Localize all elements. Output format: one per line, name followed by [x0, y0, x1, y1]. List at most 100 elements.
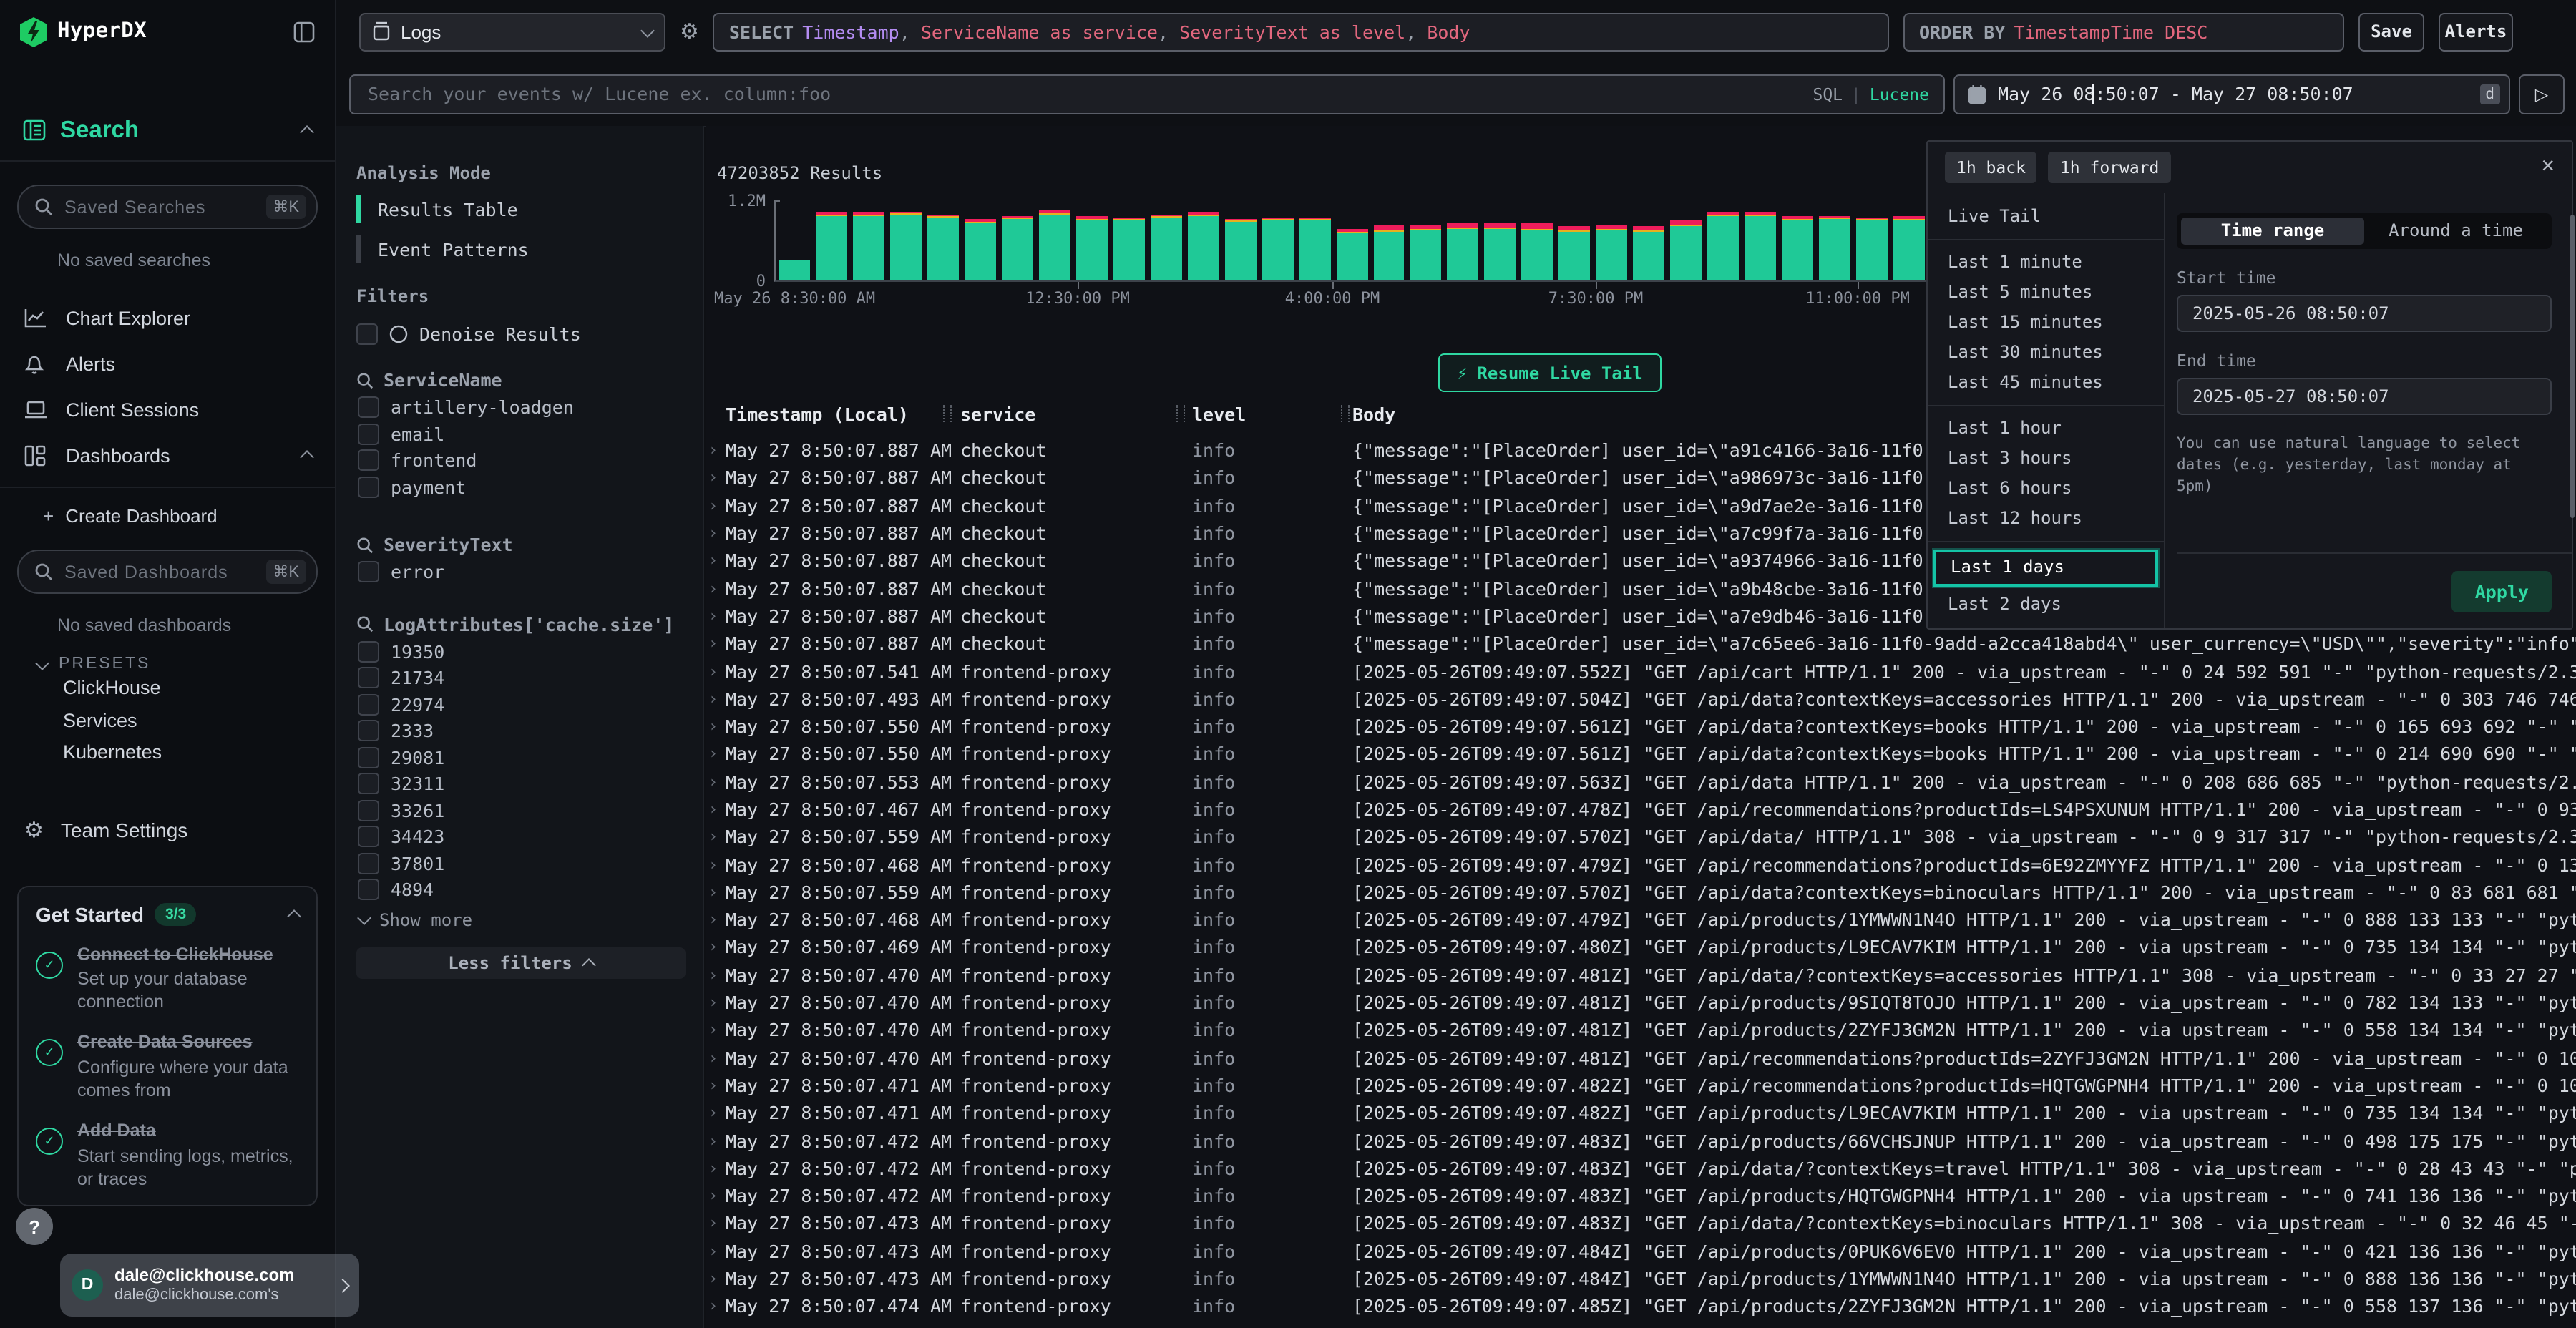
table-row[interactable]: May 27 8:50:07.473 AM frontend-proxy inf…: [706, 1237, 2576, 1265]
denoise-results-checkbox[interactable]: Denoise Results: [356, 323, 686, 345]
filter-value[interactable]: 32311: [356, 774, 686, 794]
select-query-input[interactable]: SELECT Timestamp, ServiceName as service…: [713, 12, 1889, 51]
row-expand-icon[interactable]: [708, 1242, 726, 1261]
presets-toggle[interactable]: PRESETS: [0, 655, 335, 673]
filter-group-severitytext[interactable]: SeverityText: [356, 534, 686, 555]
filter-value[interactable]: error: [356, 562, 686, 582]
histogram-bar[interactable]: [1299, 218, 1330, 280]
row-expand-icon[interactable]: [708, 607, 726, 625]
time-preset-option[interactable]: Last 1 hour: [1928, 414, 2164, 444]
table-row[interactable]: May 27 8:50:07.472 AM frontend-proxy inf…: [706, 1154, 2576, 1182]
histogram-bar[interactable]: [1707, 213, 1739, 280]
order-by-input[interactable]: ORDER BY TimestampTime DESC: [1903, 12, 2344, 51]
table-row[interactable]: May 27 8:50:07.493 AM frontend-proxy inf…: [706, 685, 2576, 713]
filter-value[interactable]: 37801: [356, 854, 686, 873]
row-expand-icon[interactable]: [708, 524, 726, 542]
histogram-bar[interactable]: [927, 214, 959, 280]
row-expand-icon[interactable]: [708, 966, 726, 985]
end-time-input[interactable]: [2177, 378, 2552, 415]
row-expand-icon[interactable]: [708, 1104, 726, 1123]
histogram-bar[interactable]: [1262, 218, 1293, 280]
preset-dashboard-link[interactable]: Services: [0, 705, 335, 737]
row-expand-icon[interactable]: [708, 717, 726, 736]
row-expand-icon[interactable]: [708, 800, 726, 819]
table-row[interactable]: May 27 8:50:07.474 AM frontend-proxy inf…: [706, 1292, 2576, 1320]
row-expand-icon[interactable]: [708, 690, 726, 708]
close-icon[interactable]: ×: [2541, 155, 2555, 180]
get-started-item[interactable]: ✓ Create Data Sources Configure where yo…: [36, 1031, 299, 1103]
histogram-bar[interactable]: [1893, 216, 1925, 280]
row-expand-icon[interactable]: [708, 828, 726, 846]
col-service[interactable]: service: [960, 403, 1192, 424]
row-expand-icon[interactable]: [708, 1048, 726, 1067]
time-preset-option[interactable]: Last 12 hours: [1928, 504, 2164, 534]
histogram-bar[interactable]: [1819, 215, 1850, 280]
checkbox[interactable]: [358, 424, 379, 445]
lucene-toggle[interactable]: Lucene: [1870, 84, 1929, 104]
time-preset-option[interactable]: Last 2 days: [1928, 590, 2164, 620]
checkbox[interactable]: [358, 721, 379, 742]
histogram-bar[interactable]: [1671, 221, 1702, 280]
table-row[interactable]: May 27 8:50:07.559 AM frontend-proxy inf…: [706, 823, 2576, 851]
filter-value[interactable]: 4894: [356, 880, 686, 899]
row-expand-icon[interactable]: [708, 1297, 726, 1316]
col-timestamp[interactable]: Timestamp (Local): [726, 403, 960, 424]
search-input[interactable]: [365, 82, 1801, 106]
table-row[interactable]: May 27 8:50:07.472 AM frontend-proxy inf…: [706, 1182, 2576, 1210]
chevron-up-icon[interactable]: [300, 450, 314, 464]
histogram-bar[interactable]: [779, 260, 810, 280]
filter-value[interactable]: 33261: [356, 801, 686, 820]
sidebar-item-dashboards[interactable]: Dashboards: [0, 432, 335, 478]
checkbox[interactable]: [358, 826, 379, 848]
chevron-up-icon[interactable]: [300, 125, 314, 140]
checkbox[interactable]: [358, 694, 379, 716]
preset-dashboard-link[interactable]: Kubernetes: [0, 737, 335, 769]
table-row[interactable]: May 27 8:50:07.553 AM frontend-proxy inf…: [706, 768, 2576, 796]
histogram-bar[interactable]: [1076, 216, 1108, 280]
preset-dashboard-link[interactable]: ClickHouse: [0, 673, 335, 705]
table-row[interactable]: May 27 8:50:07.550 AM frontend-proxy inf…: [706, 741, 2576, 768]
col-level[interactable]: level: [1192, 403, 1352, 424]
filter-value[interactable]: artillery-loadgen: [356, 398, 686, 417]
time-preset-option[interactable]: Last 1 days: [1933, 550, 2158, 587]
table-row[interactable]: May 27 8:50:07.467 AM frontend-proxy inf…: [706, 796, 2576, 824]
table-row[interactable]: May 27 8:50:07.559 AM frontend-proxy inf…: [706, 879, 2576, 907]
create-dashboard-button[interactable]: + Create Dashboard: [0, 505, 335, 527]
resume-live-tail-button[interactable]: ⚡ Resume Live Tail: [1438, 353, 1662, 392]
sidebar-item-alerts[interactable]: Alerts: [0, 341, 335, 386]
histogram-bar[interactable]: [1187, 213, 1219, 280]
histogram-bar[interactable]: [1039, 210, 1070, 280]
time-preset-option[interactable]: Last 3 hours: [1928, 444, 2164, 474]
histogram-bar[interactable]: [890, 211, 922, 280]
show-more-toggle[interactable]: Show more: [356, 909, 686, 929]
get-started-item[interactable]: ✓ Connect to ClickHouse Set up your data…: [36, 942, 299, 1014]
time-preset-live-tail[interactable]: Live Tail: [1928, 202, 2164, 232]
apply-button[interactable]: Apply: [2452, 570, 2552, 612]
row-expand-icon[interactable]: [708, 855, 726, 874]
sidebar-collapse-icon[interactable]: [293, 21, 315, 42]
histogram-bar[interactable]: [853, 212, 884, 280]
histogram-bar[interactable]: [1559, 226, 1591, 281]
row-expand-icon[interactable]: [708, 1021, 726, 1040]
filter-value[interactable]: frontend: [356, 451, 686, 470]
time-preset-option[interactable]: Last 45 minutes: [1928, 368, 2164, 398]
histogram-bar[interactable]: [1782, 216, 1813, 280]
help-button[interactable]: ?: [16, 1208, 53, 1245]
save-button[interactable]: Save: [2358, 12, 2424, 51]
checkbox[interactable]: [358, 641, 379, 663]
filter-value[interactable]: 22974: [356, 695, 686, 714]
row-expand-icon[interactable]: [708, 662, 726, 680]
analysis-mode-option[interactable]: Event Patterns: [356, 235, 686, 263]
checkbox[interactable]: [358, 773, 379, 795]
checkbox[interactable]: [358, 450, 379, 472]
row-expand-icon[interactable]: [708, 772, 726, 791]
row-expand-icon[interactable]: [708, 1076, 726, 1095]
row-expand-icon[interactable]: [708, 938, 726, 957]
time-preset-option[interactable]: Last 30 minutes: [1928, 338, 2164, 368]
less-filters-button[interactable]: Less filters: [356, 947, 686, 978]
histogram-bar[interactable]: [1336, 229, 1367, 280]
time-preset-option[interactable]: Last 15 minutes: [1928, 308, 2164, 338]
checkbox[interactable]: [358, 668, 379, 689]
histogram-bar[interactable]: [1002, 215, 1033, 280]
shift-forward-button[interactable]: 1h forward: [2049, 152, 2171, 183]
